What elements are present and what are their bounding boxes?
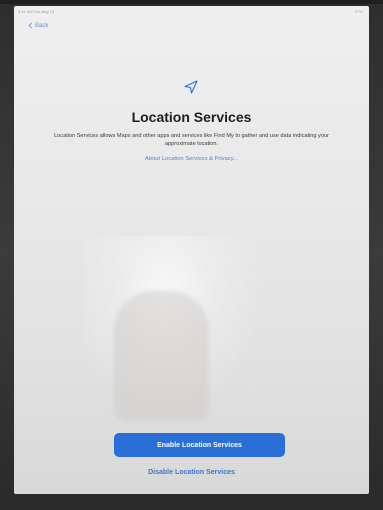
- device-bezel-bottom: [0, 494, 383, 510]
- status-battery: 97%: [354, 9, 363, 14]
- status-time-date: 9:41 AM Tue Aug 13: [18, 9, 55, 14]
- page-title: Location Services: [131, 109, 252, 125]
- status-bar: 9:41 AM Tue Aug 13 97%: [14, 6, 369, 16]
- enable-location-services-button[interactable]: Enable Location Services: [114, 433, 285, 457]
- about-privacy-link[interactable]: About Location Services & Privacy...: [14, 156, 369, 162]
- disable-location-services-button[interactable]: Disable Location Services: [14, 469, 369, 476]
- back-label: Back: [35, 22, 49, 29]
- device-bezel-top: [0, 0, 383, 4]
- location-arrow-icon: [184, 80, 198, 94]
- screen-reflection: [114, 291, 209, 421]
- page-description: Location Services allows Maps and other …: [54, 133, 329, 147]
- device-screen: 9:41 AM Tue Aug 13 97% Back Location Ser…: [14, 6, 369, 494]
- back-button[interactable]: Back: [28, 22, 48, 29]
- chevron-left-icon: [28, 22, 33, 29]
